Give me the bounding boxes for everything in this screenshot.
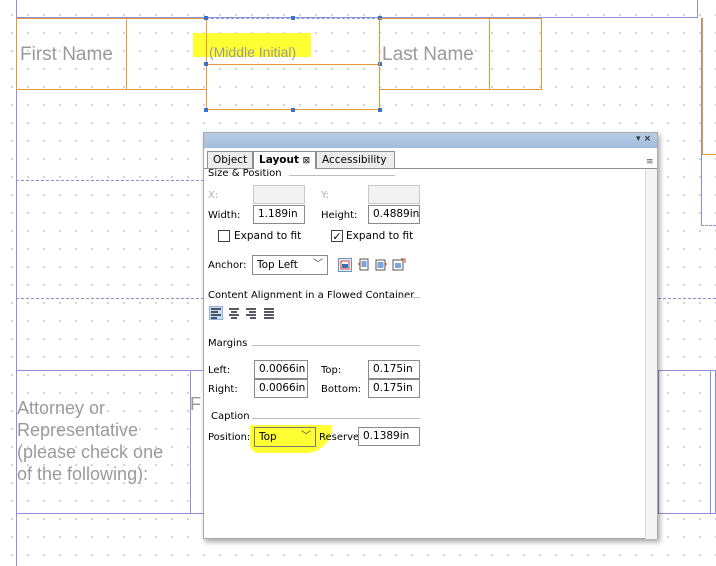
section-rule: [289, 175, 395, 176]
first-name-field[interactable]: First Name: [16, 18, 127, 90]
section-rule: [252, 345, 420, 346]
expand-height-label: Expand to fit: [346, 230, 414, 242]
selection-handle[interactable]: [204, 108, 208, 112]
caption-position-label: Position:: [208, 432, 251, 443]
anchor-value: Top Left: [257, 259, 298, 271]
guide-dashed-1: [16, 180, 204, 181]
tab-object[interactable]: Object: [207, 151, 254, 168]
anchor-label: Anchor:: [208, 260, 247, 271]
rotate-right-icon[interactable]: [374, 258, 388, 272]
section-rule: [252, 418, 420, 419]
attorney-line: of the following):: [17, 464, 149, 484]
right-top-guide: [697, 0, 698, 18]
tab-close-icon[interactable]: ⊠: [303, 156, 311, 166]
margin-right-label: Right:: [208, 384, 238, 395]
attorney-line: Representative: [17, 420, 139, 440]
margin-left-field[interactable]: 0.0066in: [254, 360, 308, 379]
selection-handle[interactable]: [204, 16, 208, 20]
attorney-caption: Attorney or Representative (please check…: [17, 397, 163, 485]
expand-height-checkbox[interactable]: ✓: [331, 230, 343, 242]
tab-accessibility[interactable]: Accessibility: [316, 151, 395, 168]
middle-initial-caption: (Middle Initial): [209, 44, 297, 60]
tab-layout[interactable]: Layout ⊠: [253, 151, 317, 169]
expand-width-checkbox[interactable]: [218, 230, 230, 242]
y-field[interactable]: [368, 185, 420, 204]
section-caption: Caption: [211, 411, 250, 422]
panel-scrollbar[interactable]: [645, 169, 657, 539]
panel-menu-icon[interactable]: ≡: [646, 157, 654, 167]
align-right-icon[interactable]: [245, 307, 257, 319]
tab-layout-label: Layout: [259, 154, 300, 166]
middle-initial-field[interactable]: [206, 64, 380, 110]
attorney-divider: [190, 370, 204, 371]
flip-icon[interactable]: [392, 258, 406, 272]
rotate-left-icon[interactable]: [357, 258, 371, 272]
width-label: Width:: [208, 210, 241, 221]
guide-dashed-2: [16, 298, 204, 299]
attorney-line: Attorney or: [17, 398, 106, 418]
first-name-caption: First Name: [20, 44, 113, 65]
selection-handle[interactable]: [378, 108, 382, 112]
chevron-down-icon: ﹀: [301, 431, 311, 442]
anchor-select[interactable]: Top Left ﹀: [252, 255, 328, 275]
section-margins: Margins: [208, 338, 248, 349]
right-orange-fragment: [702, 154, 716, 155]
right-lower-divider: [710, 370, 711, 514]
right-lower-field[interactable]: [658, 370, 716, 514]
caption-position-select[interactable]: Top ﹀: [254, 427, 316, 447]
last-name-field[interactable]: Last Name: [379, 18, 490, 90]
caption-reserve-field[interactable]: 0.1389in: [358, 427, 420, 446]
margin-top-label: Top:: [321, 365, 342, 376]
section-content-alignment: Content Alignment in a Flowed Container: [208, 290, 415, 301]
guide-dashed-3: [658, 298, 716, 299]
y-label: Y:: [321, 190, 330, 201]
margin-bottom-label: Bottom:: [321, 384, 362, 395]
right-orange-vertical: [702, 18, 703, 155]
margin-bottom-field[interactable]: 0.175in: [368, 379, 420, 398]
section-size-position: Size & Position: [208, 168, 282, 179]
layout-panel: ▾ × Object Layout ⊠ Accessibility ≡ Size…: [203, 132, 658, 539]
x-field[interactable]: [253, 185, 305, 204]
selection-handle[interactable]: [204, 62, 208, 66]
margin-left-label: Left:: [208, 365, 231, 376]
tab-object-label: Object: [213, 154, 248, 166]
margin-right-field[interactable]: 0.0066in: [254, 379, 308, 398]
align-left-icon[interactable]: [209, 306, 223, 320]
width-field[interactable]: 1.189in: [253, 205, 305, 224]
selection-handle[interactable]: [291, 108, 295, 112]
panel-titlebar[interactable]: [204, 133, 657, 148]
last-name-extra-box[interactable]: [489, 18, 542, 90]
bottom-guide-line: [16, 513, 204, 514]
tab-accessibility-label: Accessibility: [322, 154, 387, 166]
f-fragment-caption: F: [190, 394, 201, 414]
anchor-layout-icon[interactable]: [338, 258, 352, 272]
section-rule: [400, 297, 420, 298]
selection-handle[interactable]: [291, 16, 295, 20]
x-label: X:: [208, 190, 219, 201]
attorney-line: (please check one: [17, 442, 164, 462]
margin-top-field[interactable]: 0.175in: [368, 360, 420, 379]
caption-position-value: Top: [259, 431, 277, 443]
align-center-icon[interactable]: [228, 307, 240, 319]
chevron-down-icon: ﹀: [313, 259, 323, 270]
height-field[interactable]: 0.4889in: [368, 205, 420, 224]
panel-window-controls[interactable]: ▾ ×: [636, 134, 651, 144]
height-label: Height:: [321, 210, 358, 221]
last-name-caption: Last Name: [382, 44, 474, 65]
right-dashed-guide: [701, 225, 716, 226]
caption-reserve-label: Reserve:: [319, 432, 363, 443]
align-justify-icon[interactable]: [263, 307, 275, 319]
expand-width-label: Expand to fit: [234, 230, 302, 242]
